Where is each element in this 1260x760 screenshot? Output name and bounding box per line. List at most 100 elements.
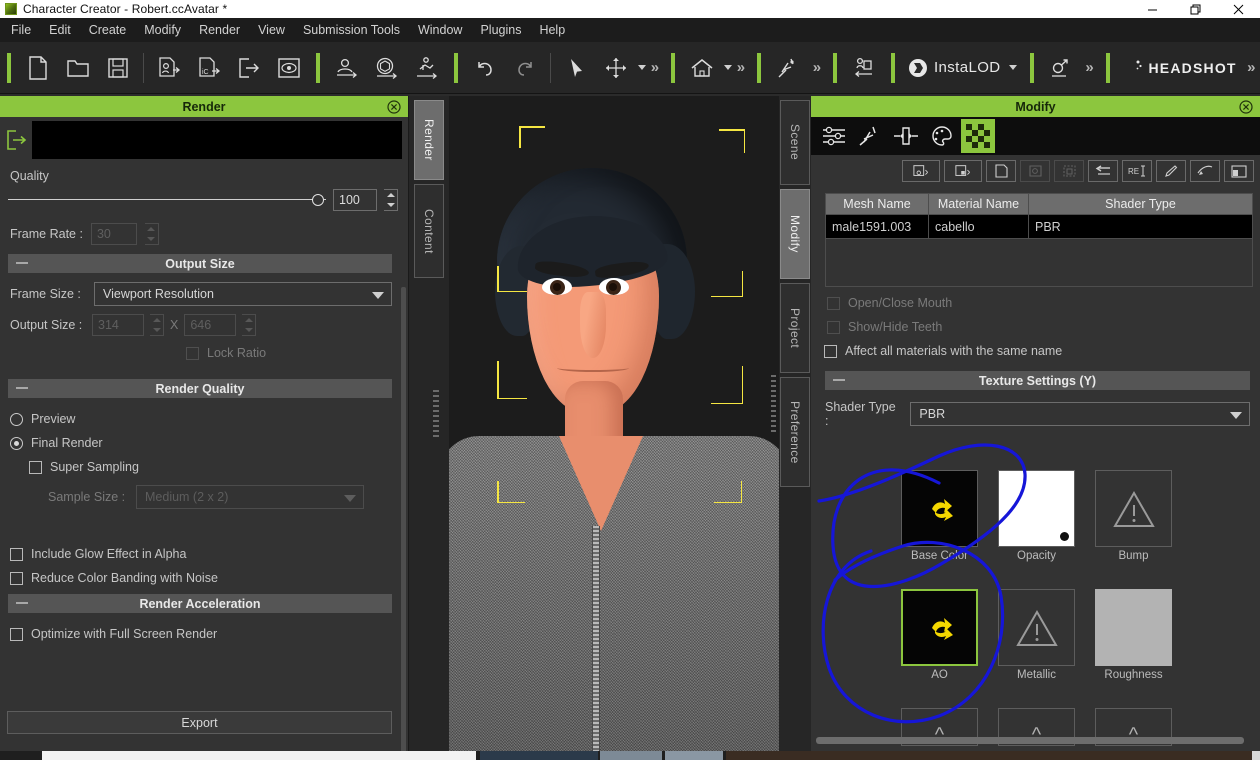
create-prop-icon[interactable] [367,48,407,88]
tab-content[interactable]: Content [414,184,444,278]
menu-submission-tools[interactable]: Submission Tools [294,20,409,41]
motion-icon[interactable] [853,119,887,153]
render-quality-collapse-icon[interactable] [16,387,28,389]
texture-thumb-base-color[interactable] [901,470,978,547]
copy-material-icon[interactable] [986,160,1016,182]
quality-slider-knob[interactable] [312,194,324,206]
tab-scene[interactable]: Scene [780,100,810,185]
reset-material-icon[interactable] [1088,160,1118,182]
view-dropdown-caret-icon[interactable] [723,65,732,70]
paint-material-icon[interactable] [1190,160,1220,182]
new-file-icon[interactable] [18,48,58,88]
menu-create[interactable]: Create [80,20,136,41]
quality-slider[interactable] [8,193,326,207]
export-icon[interactable] [229,48,269,88]
attribute-icon[interactable] [817,119,851,153]
render-panel-close-icon[interactable] [386,99,401,114]
menu-view[interactable]: View [249,20,294,41]
texture-thumb-metallic[interactable] [998,589,1075,666]
shader-type-select[interactable]: PBR [910,402,1250,426]
render-quality-section-header[interactable]: Render Quality [8,379,392,398]
menu-plugins[interactable]: Plugins [471,20,530,41]
frame-size-select[interactable]: Viewport Resolution [94,282,392,306]
close-button[interactable] [1217,0,1260,18]
render-acceleration-collapse-icon[interactable] [16,602,28,604]
texture-thumb-bump[interactable] [1095,470,1172,547]
modify-panel-close-icon[interactable] [1238,99,1253,114]
output-size-collapse-icon[interactable] [16,262,28,264]
pose-edit-icon[interactable] [768,48,808,88]
viewport-3d[interactable] [449,96,779,751]
texture-cell-roughness[interactable]: Roughness [1095,589,1172,681]
quality-stepper-up[interactable] [384,190,397,200]
quality-stepper[interactable] [384,189,398,211]
taskbar-window-3[interactable] [600,751,662,760]
menu-modify[interactable]: Modify [135,20,190,41]
texture-cell-base-color[interactable]: Base Color [901,470,978,562]
texture-checker-icon[interactable] [961,119,995,153]
menu-window[interactable]: Window [409,20,471,41]
tab-project[interactable]: Project [780,283,810,373]
final-render-radio[interactable] [10,436,23,450]
create-motion-icon[interactable] [407,48,447,88]
table-row[interactable]: male1591.003 cabello PBR [825,214,1253,239]
accurig-icon[interactable] [1041,48,1081,88]
rename-material-icon[interactable]: RE [1122,160,1152,182]
save-material-icon[interactable] [902,160,940,182]
undo-icon[interactable] [465,48,505,88]
texture-settings-collapse-icon[interactable] [833,379,845,381]
menu-edit[interactable]: Edit [40,20,80,41]
headshot-button[interactable]: HEADSHOT [1117,48,1243,88]
pose-overflow-chevron-icon[interactable]: » [808,48,826,88]
pick-material-icon[interactable] [1156,160,1186,182]
accurig-overflow-chevron-icon[interactable]: » [1081,48,1099,88]
instalod-button[interactable]: InstaLOD [902,48,1023,88]
cell-material-name[interactable]: cabello [928,214,1029,239]
final-render-radio-row[interactable]: Final Render [0,431,408,455]
cell-mesh-name[interactable]: male1591.003 [825,214,929,239]
transfer-skin-icon[interactable] [844,48,884,88]
render-panel-scrollbar[interactable] [401,287,406,760]
affect-all-row[interactable]: Affect all materials with the same name [811,339,1260,363]
minimize-button[interactable] [1131,0,1174,18]
texture-cell-metallic[interactable]: Metallic [998,589,1075,681]
select-arrow-icon[interactable] [556,48,596,88]
preview-radio-row[interactable]: Preview [0,407,408,431]
maximize-button[interactable] [1174,0,1217,18]
right-splitter-handle[interactable] [771,375,776,435]
split-view-icon[interactable] [1224,160,1254,182]
tab-preference[interactable]: Preference [780,377,810,487]
tab-render[interactable]: Render [414,100,444,180]
move-transform-icon[interactable] [596,48,636,88]
output-size-section-header[interactable]: Output Size [8,254,392,273]
optimize-fullscreen-checkbox[interactable] [10,627,23,641]
taskbar-tray[interactable] [1252,751,1260,760]
texture-cell-opacity[interactable]: Opacity [998,470,1075,562]
save-icon[interactable] [98,48,138,88]
transform-overflow-chevron-icon[interactable]: » [646,48,664,88]
home-view-icon[interactable] [682,48,722,88]
create-character-icon[interactable] [327,48,367,88]
morph-icon[interactable] [889,119,923,153]
render-output-icon[interactable] [2,123,32,157]
import-object-icon[interactable]: iC [189,48,229,88]
menu-help[interactable]: Help [530,20,574,41]
menu-render[interactable]: Render [190,20,249,41]
material-palette-icon[interactable] [925,119,959,153]
transform-dropdown-caret-icon[interactable] [637,65,646,70]
texture-thumb-roughness[interactable] [1095,589,1172,666]
taskbar-window-2[interactable] [480,751,598,760]
instalod-caret-icon[interactable] [1008,65,1017,70]
modify-panel-horizontal-scrollbar[interactable] [816,737,1244,744]
taskbar-window-5[interactable] [726,751,1256,760]
quality-value-input[interactable]: 100 [333,189,377,211]
import-character-icon[interactable] [149,48,189,88]
taskbar-window-1[interactable] [42,751,476,760]
texture-settings-section-header[interactable]: Texture Settings (Y) [825,371,1250,390]
export-button[interactable]: Export [7,711,392,734]
texture-cell-ao[interactable]: AO [901,589,978,681]
include-glow-row[interactable]: Include Glow Effect in Alpha [0,509,408,566]
render-output-path-field[interactable] [32,121,402,159]
quality-stepper-down[interactable] [384,200,397,210]
optimize-fullscreen-row[interactable]: Optimize with Full Screen Render [0,622,408,646]
